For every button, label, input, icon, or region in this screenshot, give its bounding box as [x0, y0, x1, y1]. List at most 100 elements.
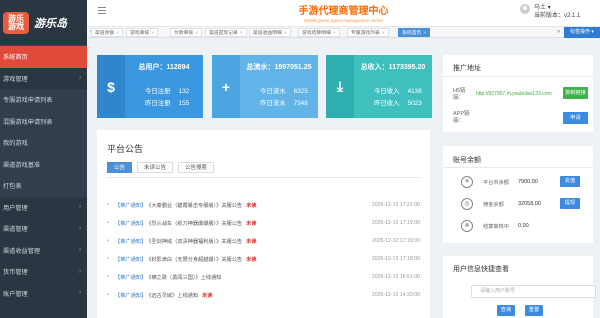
announcement-text[interactable]: 《圣剑神域（双渍神器福利版）》关服公告	[146, 238, 242, 245]
announcement-row[interactable]: • 【推广通知】 《烈火战车（纸刀神器爆爆服）》关服公告 未读 2025-12-12 1…	[107, 218, 420, 228]
balance-value: 7900.00	[518, 179, 538, 185]
stat-yesterday-label: 昨日收入	[374, 100, 400, 107]
close-icon[interactable]: ×	[333, 31, 336, 36]
announcement-row[interactable]: • 【推广通知】 《封影滴白（无限分身超越爆）》关服公告 未读 2025-12-12 1…	[107, 254, 420, 264]
announcement-row[interactable]: • 【推广通知】 《横之歌（勇闯三国）》上线通知 2025-12-12 16:51:0…	[107, 272, 420, 282]
sidebar-item[interactable]: 系统首页	[0, 46, 87, 68]
stat-today: 今日流水 6325	[260, 86, 308, 95]
announcement-tag[interactable]: 【推广通知】	[115, 274, 146, 281]
announcement-tab[interactable]: 公告	[107, 162, 133, 173]
sidebar-item[interactable]: 混服游戏申请列表	[0, 110, 87, 132]
sidebar-item[interactable]: 账户管理 ›	[0, 283, 87, 305]
close-icon[interactable]: ×	[240, 31, 243, 36]
announcement-text[interactable]: 《封影滴白（无限分身超越爆）》关服公告	[146, 256, 242, 263]
sidebar-item-label: 混服游戏申请列表	[3, 118, 53, 126]
sidebar-menu: 系统首页 游戏管理 › 专服游戏申请列表 混服游戏申请列表 我的游戏 渠道游戏基准 打包表 用户…	[0, 46, 87, 304]
stat-card-body: 总用户：112894 今日注册 132 昨日注册 155	[125, 55, 203, 118]
reset-button[interactable]: 重置	[525, 305, 543, 316]
announcement-tab[interactable]: 未读公告	[137, 162, 174, 173]
sidebar-item-label: 系统首页	[3, 54, 28, 62]
announcement-tab[interactable]: 公告搜索	[178, 162, 215, 173]
close-icon[interactable]: ×	[116, 31, 119, 36]
h5-link-label: H5链 接：	[453, 88, 466, 101]
copy-link-button[interactable]: 复制链接	[563, 87, 588, 99]
promo-panel: 推广地址 H5链 接： http://827957.m.youledao123.…	[443, 55, 593, 132]
sidebar-item-label: 渠道收益管理	[3, 247, 41, 255]
close-icon[interactable]: ×	[151, 31, 154, 36]
sidebar-item[interactable]: 专服游戏申请列表	[0, 89, 87, 111]
sidebar-item[interactable]: 我的游戏	[0, 132, 87, 154]
h5-link-url[interactable]: http://827957.m.youledao123.com	[476, 91, 557, 97]
tab-item[interactable]: 付款审核 ×	[170, 28, 203, 37]
search-button[interactable]: 查询	[497, 305, 515, 316]
balance-action-button[interactable]: 提现	[560, 198, 580, 209]
logo-badge: 游乐 游戏	[3, 11, 29, 34]
announcement-tag[interactable]: 【推广通知】	[115, 256, 146, 263]
sidebar-item-label: 游戏管理	[3, 75, 28, 83]
balance-panel: 账号余额 ¥ 平台币余额 7900.00 充值 ◎ 佣金余额 32058.00 提现 ❄ 结算审核…	[443, 146, 593, 243]
stat-today-label: 今日流水	[260, 88, 286, 95]
balance-action-button[interactable]: 充值	[560, 176, 580, 187]
sidebar-item[interactable]: 渠道管理 ›	[0, 218, 87, 240]
sidebar-item[interactable]: 用户管理 ›	[0, 197, 87, 219]
close-icon[interactable]: ×	[423, 31, 426, 36]
announcement-tag[interactable]: 【推广通知】	[115, 292, 146, 299]
announcement-date: 2025-12-12 17:19:00	[371, 220, 420, 226]
yuan-icon: ¥	[461, 176, 473, 188]
stat-title: 总流水：1997051.25	[246, 64, 312, 71]
sidebar-item[interactable]: 渠道收益管理 ›	[0, 240, 87, 262]
tab-item[interactable]: 渠道收益明细 ×	[249, 28, 291, 37]
apply-button[interactable]: 申请	[563, 112, 588, 124]
unread-badge: 未读	[246, 238, 257, 245]
balance-label: 结算审核中	[483, 224, 509, 230]
tab-item[interactable]: 渠道提现记录 ×	[205, 28, 247, 37]
tab-label: 游戏审核	[130, 31, 150, 36]
announcement-row[interactable]: • 【推广通知】 《大秦霸业（碧霞暴击专服版）》关服公告 未读 2025-12-12 1…	[107, 200, 420, 210]
sidebar-item[interactable]: 游戏管理 ›	[0, 68, 87, 90]
chevron-right-icon: ›	[79, 225, 81, 232]
tab-item[interactable]: 渠道余额 ×	[91, 28, 124, 37]
tab-operations-button[interactable]: 标签操作 ▾	[564, 27, 600, 38]
close-icon[interactable]: ×	[382, 31, 385, 36]
balance-label: 佣金余额	[483, 202, 504, 208]
sidebar-item[interactable]: 货币管理 ›	[0, 261, 87, 283]
close-icon[interactable]: ×	[284, 31, 287, 36]
stat-card: ⤓ 总收入：1173395.20 今日收入 4138 昨日收入 5023	[326, 55, 432, 118]
announcement-text[interactable]: 《横之歌（勇闯三国）》上线通知	[146, 274, 221, 281]
announcement-panel: 平台公告 公告 未读公告 公告搜索 • 【推广通知】 《大秦霸业（碧霞暴击专服版）》关服…	[97, 130, 430, 318]
announcement-text[interactable]: 《远古灵域》上线通知	[146, 292, 198, 299]
download-icon: ⤓	[326, 55, 354, 118]
chevron-right-icon: ›	[79, 247, 81, 254]
announcement-tag[interactable]: 【推广通知】	[115, 220, 146, 227]
sidebar-item-label: 货币管理	[3, 269, 28, 277]
tab-label: 游戏结算明细	[302, 31, 331, 36]
tab-item[interactable]: 游戏审核 ×	[126, 28, 159, 37]
tab-next-icon[interactable]: »	[554, 28, 563, 37]
announcement-tag[interactable]: 【推广通知】	[115, 238, 146, 245]
announcement-row[interactable]: • 【推广通知】 《远古灵域》上线通知 未读 2025-12-12 14:33:00	[107, 290, 420, 300]
stat-card-body: 总收入：1173395.20 今日收入 4138 昨日收入 5023	[354, 55, 432, 118]
chevron-right-icon: ›	[79, 290, 81, 297]
tab-item[interactable]: 系统首页 ×	[398, 28, 431, 37]
tab-bar: « 渠道余额×游戏审核×付款审核×渠道提现记录×渠道收益明细×游戏结算明细×专服…	[87, 27, 600, 38]
announcement-row[interactable]: • 【推广通知】 《圣剑神域（双渍神器福利版）》关服公告 未读 2025-12-12 1…	[107, 236, 420, 246]
announcement-text[interactable]: 《大秦霸业（碧霞暴击专服版）》关服公告	[146, 202, 242, 209]
coin-icon: ◎	[461, 198, 473, 210]
tab-item[interactable]: 专服游戏列表 ×	[347, 28, 389, 37]
avatar[interactable]	[520, 4, 530, 14]
announcement-title: 平台公告	[107, 144, 144, 154]
user-menu[interactable]: 马土 ▾ 当前版本：v2.1.1	[520, 4, 580, 20]
balance-label: 平台币余额	[483, 180, 509, 186]
sidebar-item[interactable]: 打包表	[0, 175, 87, 197]
user-name[interactable]: 马土	[534, 5, 546, 11]
chevron-down-icon[interactable]: ▾	[548, 5, 551, 11]
sidebar-item[interactable]: 渠道游戏基准	[0, 153, 87, 175]
tab-item[interactable]: 游戏结算明细 ×	[298, 28, 340, 37]
balance-value: 32058.00	[518, 201, 541, 207]
announcement-tag[interactable]: 【推广通知】	[115, 202, 146, 209]
user-account-input[interactable]: 请输入用户账号	[471, 285, 596, 298]
announcement-tabs: 公告 未读公告 公告搜索	[107, 162, 219, 173]
close-icon[interactable]: ×	[195, 31, 198, 36]
announcement-text[interactable]: 《烈火战车（纸刀神器爆爆服）》关服公告	[146, 220, 242, 227]
stat-yesterday-value: 155	[178, 100, 190, 107]
